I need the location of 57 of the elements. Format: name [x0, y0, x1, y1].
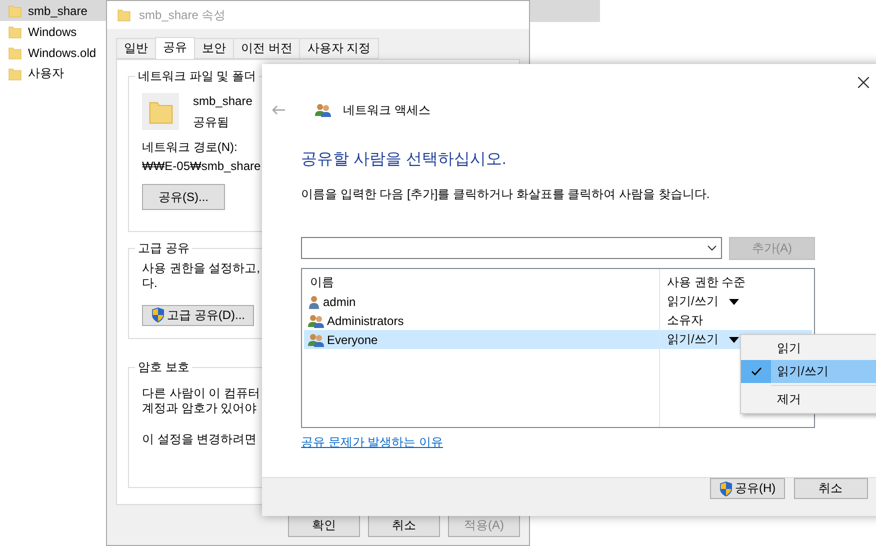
folder-item[interactable]: 사용자 — [0, 63, 106, 84]
close-icon[interactable] — [858, 76, 869, 88]
users-icon — [308, 314, 324, 328]
path-label: 네트워크 경로(N): — [142, 140, 238, 155]
group-title: 네트워크 파일 및 폴더 — [135, 69, 260, 83]
share-button[interactable]: 공유(S)... — [142, 184, 225, 210]
menu-item[interactable]: 제거 — [741, 388, 876, 411]
users-icon — [315, 103, 331, 117]
instruction-text: 이름을 입력한 다음 [추가]를 클릭하거나 화살표를 클릭하여 사람을 찾습니다. — [301, 187, 711, 202]
folder-icon — [8, 66, 22, 80]
checkmark-icon — [750, 367, 762, 376]
column-header: 이름 — [309, 274, 335, 291]
shield-icon — [151, 307, 165, 324]
caret-icon[interactable] — [729, 298, 740, 304]
chevron-down-icon — [707, 245, 717, 251]
share-status: 공유됨 — [193, 114, 229, 130]
folder-name: smb_share — [193, 94, 252, 108]
user-row[interactable]: admin — [304, 292, 659, 311]
description-text: 다. — [142, 276, 158, 291]
description-text: 계정과 암호가 있어야 — [142, 400, 257, 416]
advanced-share-button[interactable]: 고급 공유(D)... — [142, 304, 254, 326]
user-icon — [308, 294, 320, 308]
window-title: smb_share 속성 — [139, 6, 226, 24]
description-text: 이 설정을 변경하려면 — [142, 432, 257, 447]
dialog-title: 네트워크 액세스 — [343, 102, 430, 118]
menu-item[interactable]: 읽기/쓰기 — [741, 360, 876, 383]
folder-item[interactable]: Windows — [0, 21, 106, 42]
folder-icon — [8, 4, 22, 18]
tab[interactable]: 사용자 지정 — [299, 38, 379, 59]
dialog-heading: 공유할 사람을 선택하십시오. — [301, 150, 508, 170]
user-row[interactable]: Everyone — [304, 330, 659, 349]
network-path: ₩₩E-05₩smb_share — [142, 159, 261, 174]
folder-icon — [117, 8, 131, 22]
tab[interactable]: 이전 버전 — [233, 38, 300, 59]
shield-icon — [719, 480, 733, 496]
dialog-button[interactable]: 취소 — [794, 478, 868, 499]
folder-item[interactable]: smb_share — [0, 0, 106, 21]
user-row[interactable]: Administrators — [304, 311, 659, 330]
description-text: 사용 권한을 설정하고, — [142, 260, 260, 276]
permission-cell[interactable]: 소유자 — [659, 311, 812, 330]
tab[interactable]: 공유 — [155, 37, 195, 59]
dialog-button[interactable]: 공유(H) — [710, 478, 785, 499]
folder-icon — [8, 24, 22, 38]
description-text: 다른 사람이 이 컴퓨터 — [142, 386, 260, 401]
help-link[interactable]: 공유 문제가 발생하는 이유 — [301, 434, 444, 451]
permission-cell[interactable]: 읽기/쓰기 — [659, 292, 812, 311]
users-icon — [308, 332, 324, 346]
folder-icon — [8, 46, 22, 60]
window-background — [530, 0, 600, 22]
folder-item[interactable]: Windows.old — [0, 42, 106, 63]
name-combobox[interactable] — [301, 237, 722, 259]
group-title: 고급 공유 — [135, 240, 192, 255]
column-header: 사용 권한 수준 — [666, 274, 747, 291]
tab[interactable]: 일반 — [116, 38, 156, 59]
group-title: 암호 보호 — [135, 360, 192, 374]
tab[interactable]: 보안 — [194, 38, 234, 59]
caret-icon[interactable] — [729, 336, 740, 342]
